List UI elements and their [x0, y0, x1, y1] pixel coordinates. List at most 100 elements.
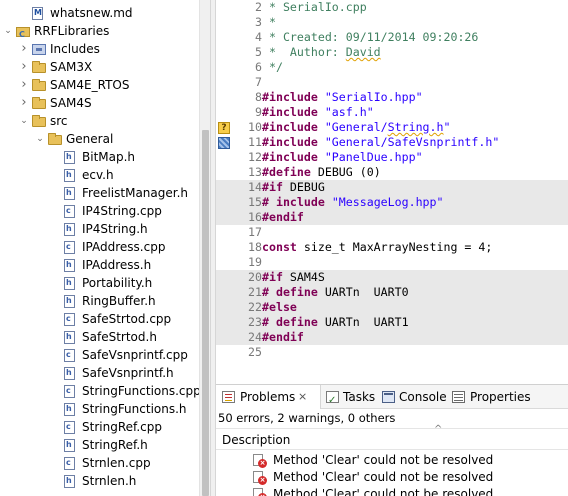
code-line[interactable]: 14 #if DEBUG [216, 180, 568, 195]
cpp-file-icon: c [64, 313, 75, 326]
close-icon[interactable]: ⨯ [298, 385, 307, 409]
gutter-annotation [216, 345, 232, 360]
tree-item[interactable]: h Portability.h [0, 274, 199, 292]
code-line[interactable]: 22 #else [216, 300, 568, 315]
code-text: #if SAM4S [262, 270, 325, 284]
code-line[interactable]: 25 [216, 345, 568, 360]
tab-problems[interactable]: Problems ⨯ [216, 385, 321, 409]
code-line[interactable]: 11 #include "General/SafeVsnprintf.h" [216, 135, 568, 150]
tree-item[interactable]: ⌄ General [0, 130, 199, 148]
tree-item[interactable]: c Strnlen.cpp [0, 454, 199, 472]
code-line[interactable]: 19 [216, 255, 568, 270]
tree-item[interactable]: c StringFunctions.cpp [0, 382, 201, 400]
code-text: */ [262, 60, 283, 74]
tree-item[interactable]: ⌄ RRFLibraries [0, 22, 199, 44]
code-line[interactable]: 16 #endif [216, 210, 568, 225]
gutter-annotation [216, 315, 232, 330]
tree-item[interactable]: c IP4String.cpp [0, 202, 199, 220]
tree-item[interactable]: ⌄ src [0, 112, 199, 130]
code-line[interactable]: 12 #include "PanelDue.hpp" [216, 150, 568, 165]
occurrence-marker-icon[interactable] [218, 137, 230, 149]
line-number: 4 [255, 30, 262, 44]
tree-item-label: IPAddress.cpp [82, 240, 166, 254]
tab-problems-label: Problems [240, 390, 296, 404]
code-line[interactable]: 3 * [216, 15, 568, 30]
code-line[interactable]: ? 10 #include "General/String.h" [216, 120, 568, 135]
problems-icon [222, 391, 235, 403]
line-number: 10 [248, 120, 262, 134]
collapse-chevron-icon[interactable]: › [18, 94, 30, 112]
tree-item[interactable]: h BitMap.h [0, 148, 199, 166]
code-line[interactable]: 24 #endif [216, 330, 568, 345]
collapse-chevron-icon[interactable]: › [18, 58, 30, 76]
tree-item[interactable]: c IPAddress.cpp [0, 238, 199, 256]
problem-row[interactable]: × Method 'Clear' could not be resolved [216, 469, 568, 486]
tree-scrollbar-thumb[interactable] [202, 130, 209, 496]
cpp-file-icon: c [64, 385, 75, 398]
code-editor[interactable]: 2 * SerialIo.cpp 3 * 4 * Created: 09/11/20… [216, 0, 568, 384]
tree-item[interactable]: h StringFunctions.h [0, 400, 199, 418]
code-line[interactable]: 21 # define UARTn UART0 [216, 285, 568, 300]
tree-item[interactable]: h RingBuffer.h [0, 292, 199, 310]
tree-item[interactable]: c StringRef.cpp [0, 418, 199, 436]
problem-row[interactable]: × Method 'Clear' could not be resolved [216, 452, 568, 469]
gutter-annotation [216, 225, 232, 240]
tree-item[interactable]: h SafeVsnprintf.h [0, 364, 199, 382]
problem-row[interactable]: × Method 'Clear' could not be resolved [216, 486, 568, 496]
tab-console[interactable]: Console [382, 385, 454, 409]
tree-scrollbar[interactable] [199, 0, 210, 496]
tree-item[interactable]: h StringRef.h [0, 436, 199, 454]
tree-item[interactable]: h IP4String.h [0, 220, 199, 238]
code-line[interactable]: 6 */ [216, 60, 568, 75]
tree-item[interactable]: › SAM4E_RTOS [0, 76, 199, 94]
tree-item[interactable]: › Includes [0, 40, 199, 58]
header-file-icon: h [64, 223, 75, 236]
code-line[interactable]: 7 [216, 75, 568, 90]
tree-item[interactable]: › SAM3X [0, 58, 199, 76]
header-file-icon: h [64, 403, 75, 416]
header-file-icon: h [64, 295, 75, 308]
gutter-annotation [216, 210, 232, 225]
tree-item[interactable]: › SAM4S [0, 94, 199, 112]
gutter-annotation [216, 45, 232, 60]
code-line[interactable]: 23 # define UARTn UART1 [216, 315, 568, 330]
error-icon: × [253, 488, 267, 496]
warning-marker-icon[interactable]: ? [218, 122, 230, 134]
collapse-chevron-icon[interactable]: › [18, 40, 30, 58]
code-line[interactable]: 18 const size_t MaxArrayNesting = 4; [216, 240, 568, 255]
code-line[interactable]: 17 [216, 225, 568, 240]
tree-item[interactable]: h SafeStrtod.h [0, 328, 199, 346]
tab-properties[interactable]: Properties [452, 385, 562, 409]
code-line[interactable]: 15 # include "MessageLog.hpp" [216, 195, 568, 210]
code-text: #include "PanelDue.hpp" [262, 150, 423, 164]
code-text: #endif [262, 330, 304, 344]
expand-chevron-icon[interactable]: ⌄ [18, 112, 30, 130]
tree-item[interactable]: h Strnlen.h [0, 472, 199, 490]
tree-item[interactable]: h ecv.h [0, 166, 199, 184]
code-line[interactable]: 8 #include "SerialIo.hpp" [216, 90, 568, 105]
tree-item-label: src [50, 114, 68, 128]
tree-item[interactable]: h FreelistManager.h [0, 184, 199, 202]
tree-item[interactable]: h IPAddress.h [0, 256, 199, 274]
header-file-icon: h [64, 187, 75, 200]
expand-chevron-icon[interactable]: ⌄ [2, 22, 14, 40]
cpp-file-icon: c [64, 349, 75, 362]
folder-icon [32, 97, 46, 109]
code-line[interactable]: 13 #define DEBUG (0) [216, 165, 568, 180]
gutter-annotation [216, 135, 232, 150]
collapse-chevron-icon[interactable]: › [18, 76, 30, 94]
tree-item[interactable]: c SafeVsnprintf.cpp [0, 346, 199, 364]
expand-chevron-icon[interactable]: ⌄ [34, 130, 46, 148]
tree-item[interactable]: c SafeStrtod.cpp [0, 310, 199, 328]
description-column-header[interactable]: Description ^ [216, 424, 568, 450]
gutter-annotation: ? [216, 120, 232, 135]
code-line[interactable]: 2 * SerialIo.cpp [216, 0, 568, 15]
tree-item[interactable]: Mwhatsnew.md [0, 4, 199, 22]
code-line[interactable]: 4 * Created: 09/11/2014 09:20:26 [216, 30, 568, 45]
tab-tasks[interactable]: Tasks [323, 385, 383, 413]
code-line[interactable]: 20 #if SAM4S [216, 270, 568, 285]
tree-item-label: StringRef.h [82, 438, 148, 452]
code-line[interactable]: 5 * Author: David [216, 45, 568, 60]
code-line[interactable]: 9 #include "asf.h" [216, 105, 568, 120]
tree-item-label: BitMap.h [82, 150, 136, 164]
